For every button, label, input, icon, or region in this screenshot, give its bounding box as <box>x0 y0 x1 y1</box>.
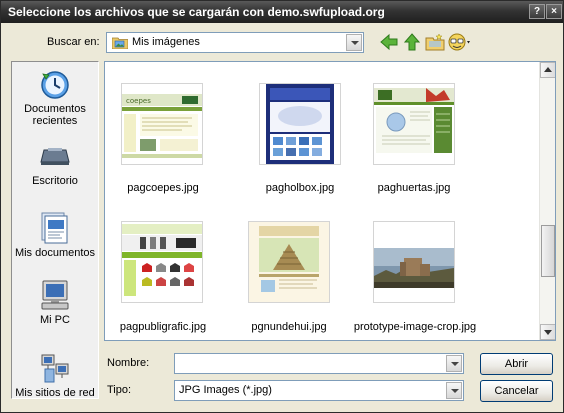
place-label: Documentos recientes <box>24 103 86 127</box>
file-name[interactable]: pagcoepes.jpg <box>105 182 233 194</box>
place-network[interactable]: Mis sitios de red <box>12 352 98 399</box>
file-thumbnail[interactable] <box>259 83 341 165</box>
close-button[interactable]: × <box>546 4 562 19</box>
file-thumbnail[interactable]: coepes <box>121 83 203 165</box>
title-bar[interactable]: Seleccione los archivos que se cargarán … <box>1 1 563 23</box>
file-open-dialog: Seleccione los archivos que se cargarán … <box>0 0 564 413</box>
filetype-value: JPG Images (*.jpg) <box>179 384 272 396</box>
file-thumbnail[interactable] <box>248 221 330 303</box>
filetype-label: Tipo: <box>107 384 132 396</box>
open-button[interactable]: Abrir <box>480 353 553 375</box>
place-my-documents[interactable]: Mis documentos <box>12 210 98 259</box>
file-name[interactable]: prototype-image-crop.jpg <box>345 321 485 333</box>
vertical-scrollbar[interactable] <box>539 62 555 340</box>
scrollbar-thumb[interactable] <box>541 225 555 277</box>
recent-documents-icon <box>41 71 69 99</box>
help-button[interactable]: ? <box>529 4 545 19</box>
view-menu-icon[interactable] <box>447 32 473 52</box>
up-folder-icon[interactable] <box>402 32 422 52</box>
place-recent-documents[interactable]: Documentos recientes <box>12 68 98 127</box>
desktop-icon <box>40 148 70 165</box>
place-label: Mis documentos <box>14 247 96 259</box>
file-list-view: coepes pagcoepes.jpg pagholbox.jpg paghu… <box>104 61 556 341</box>
file-thumbnail[interactable] <box>373 83 455 165</box>
file-thumbnail[interactable] <box>373 221 455 303</box>
back-icon[interactable] <box>379 32 399 52</box>
svg-text:coepes: coepes <box>126 97 151 105</box>
filename-input[interactable] <box>174 353 464 374</box>
chevron-down-icon[interactable] <box>446 382 462 399</box>
file-name[interactable]: pagpubligrafic.jpg <box>105 321 233 333</box>
window-title: Seleccione los archivos que se cargarán … <box>8 5 385 19</box>
scroll-down-button[interactable] <box>540 324 555 340</box>
filetype-dropdown[interactable]: JPG Images (*.jpg) <box>174 380 464 401</box>
my-documents-icon <box>41 212 68 244</box>
look-in-value: Mis imágenes <box>132 36 200 48</box>
chevron-down-icon[interactable] <box>346 34 362 51</box>
filename-label: Nombre: <box>107 357 150 369</box>
look-in-dropdown[interactable]: Mis imágenes <box>106 32 364 53</box>
place-label: Escritorio <box>32 175 78 187</box>
place-label: Mi PC <box>40 314 70 326</box>
scroll-up-button[interactable] <box>540 62 555 78</box>
network-places-icon <box>41 354 69 383</box>
cancel-button[interactable]: Cancelar <box>480 380 553 402</box>
place-desktop[interactable]: Escritorio <box>12 142 98 187</box>
new-folder-icon[interactable] <box>425 32 445 52</box>
my-computer-icon <box>41 280 69 310</box>
place-label: Mis sitios de red <box>15 387 95 399</box>
file-thumbnail[interactable] <box>121 221 203 303</box>
pictures-folder-icon <box>112 37 128 49</box>
file-name[interactable]: paghuertas.jpg <box>344 182 484 194</box>
places-bar: Documentos recientes Escritorio Mis docu… <box>11 61 99 399</box>
chevron-down-icon[interactable] <box>446 355 462 372</box>
look-in-label: Buscar en: <box>47 36 100 48</box>
place-my-computer[interactable]: Mi PC <box>12 279 98 326</box>
file-name[interactable]: pgnundehui.jpg <box>219 321 359 333</box>
